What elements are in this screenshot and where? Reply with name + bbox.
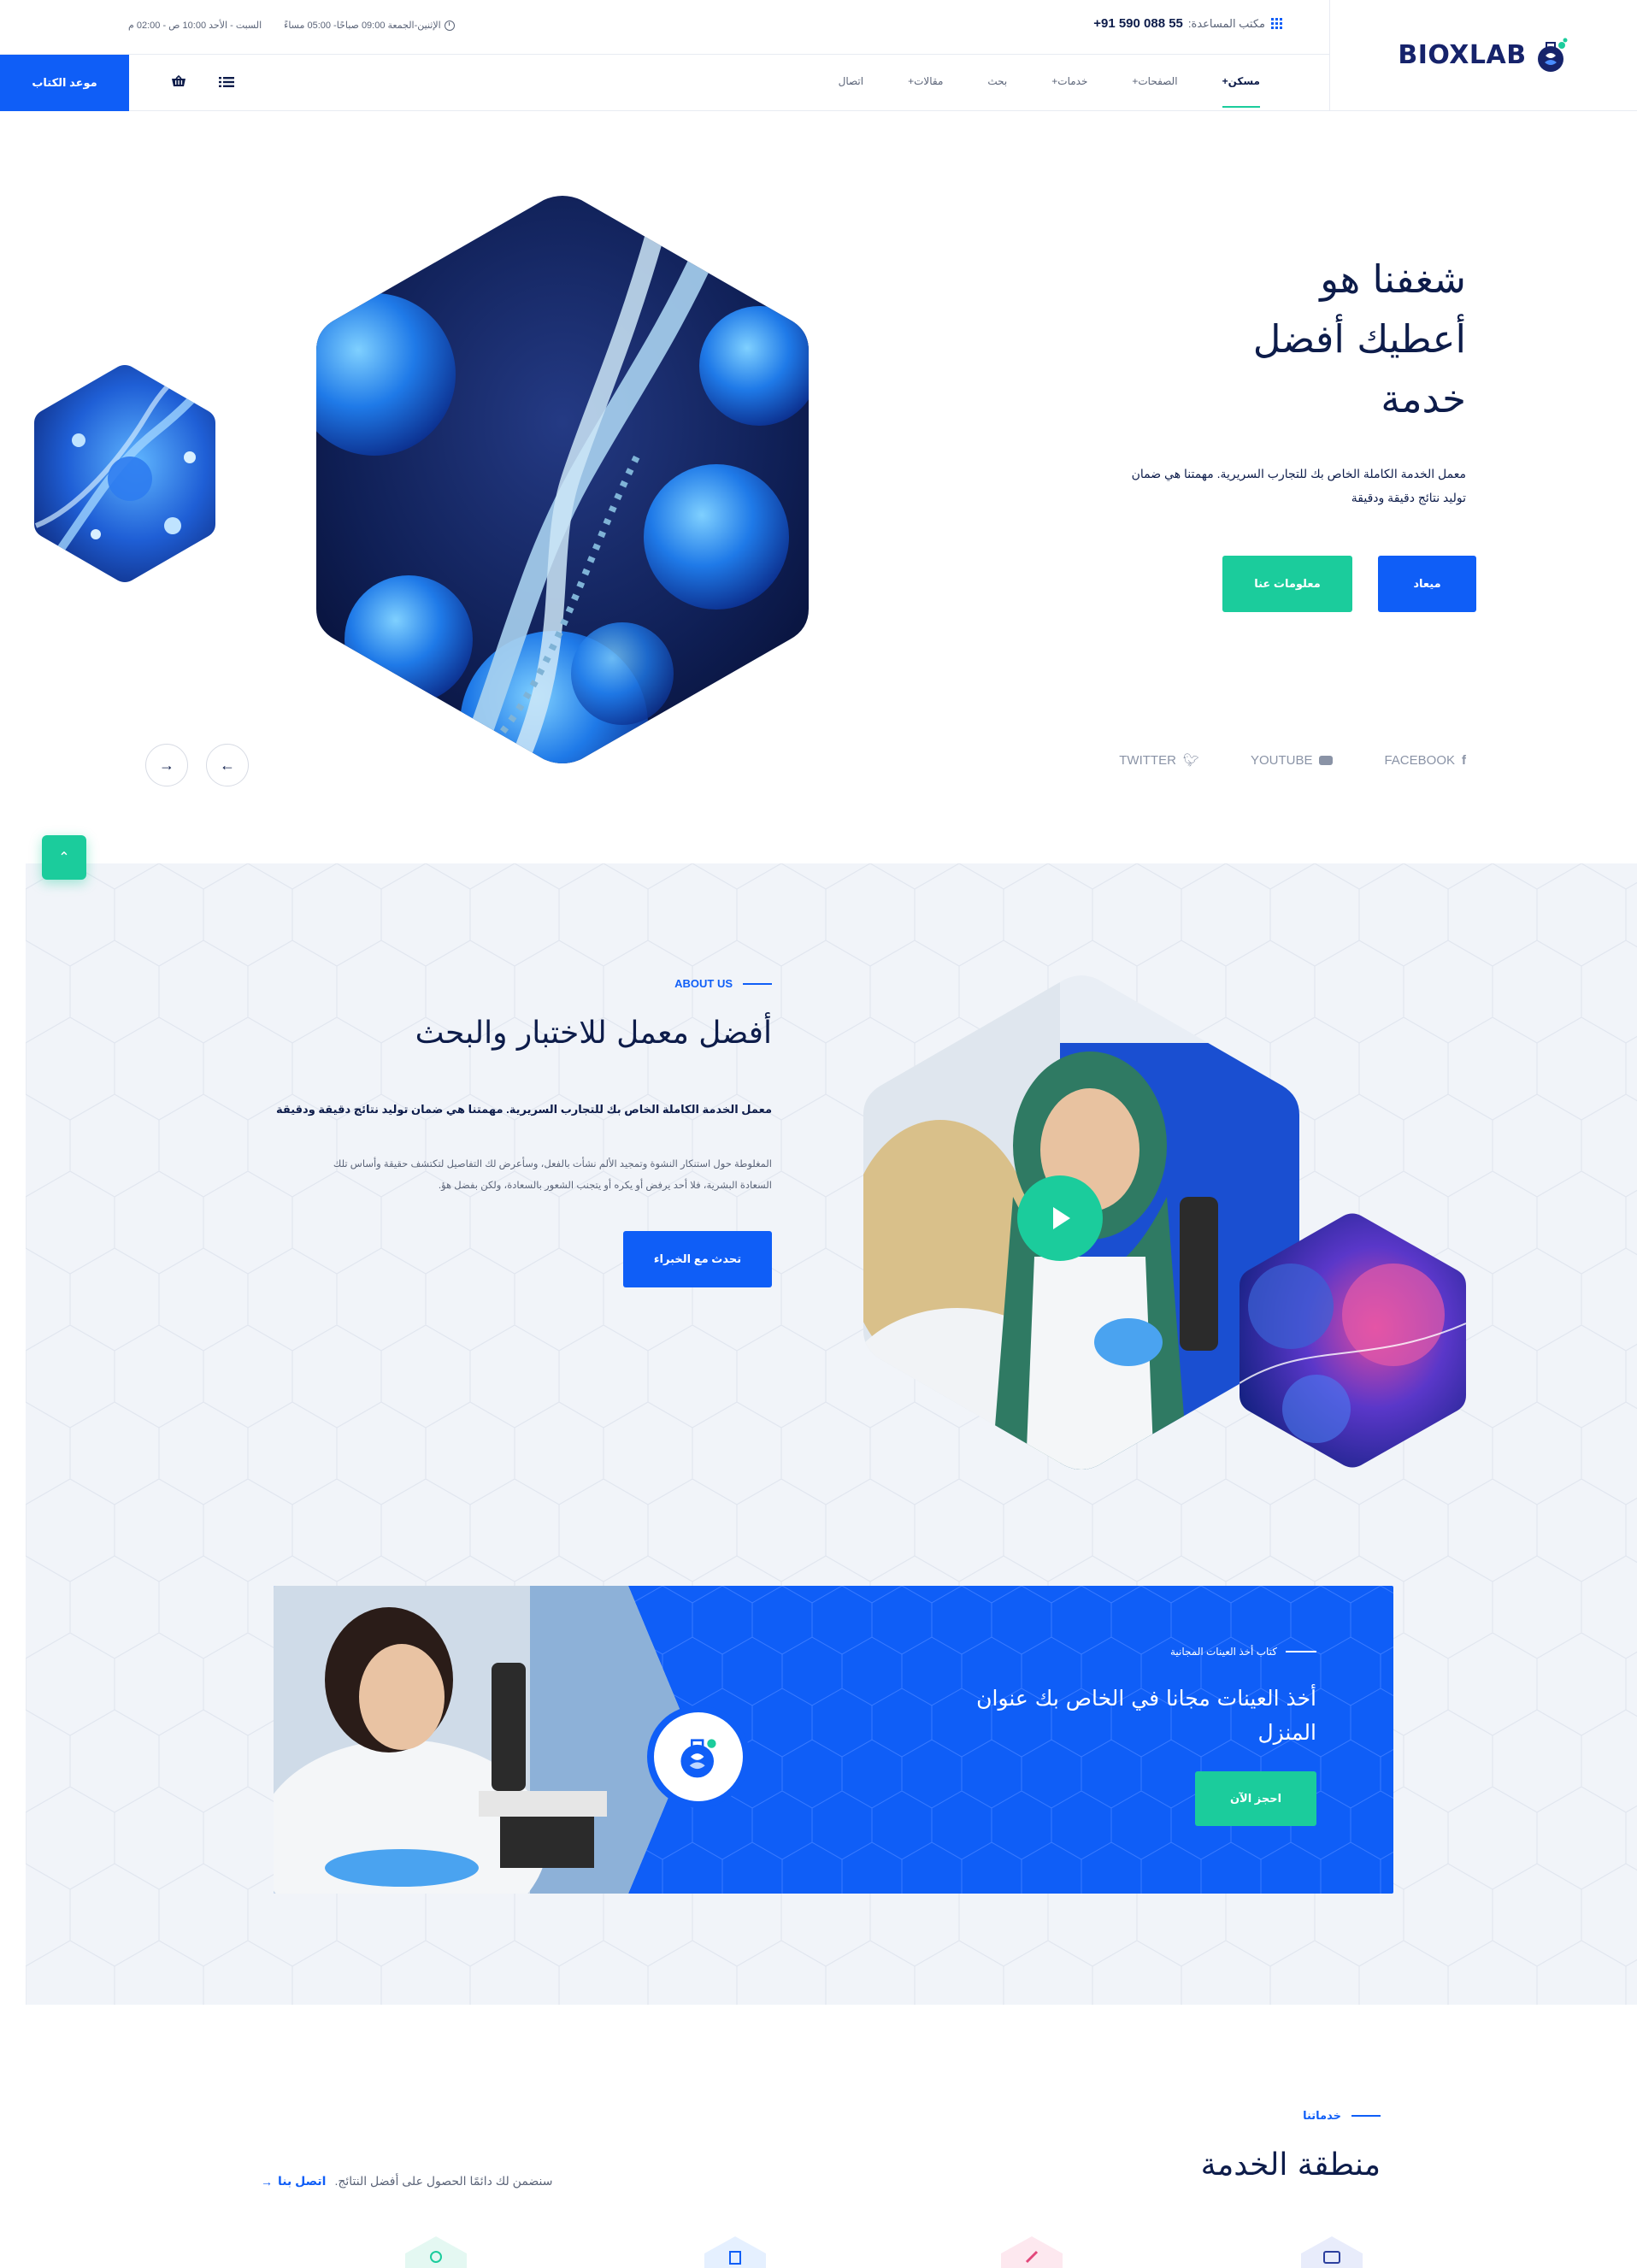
menu-list-icon[interactable] [219, 77, 234, 87]
service-icon-2 [704, 2236, 766, 2268]
arrow-left-icon: ← [220, 756, 235, 774]
appointment-button[interactable]: ميعاد [1378, 556, 1476, 612]
slider-next-button[interactable]: → [145, 744, 188, 786]
social-facebook[interactable]: FACEBOOK f [1384, 752, 1466, 768]
youtube-icon [1319, 755, 1334, 765]
nav-item-home[interactable]: مسكن+ [1200, 75, 1282, 108]
about-kicker: ABOUT US [674, 977, 772, 990]
service-icon-1 [405, 2236, 467, 2268]
service-icon-4 [1301, 2236, 1363, 2268]
hero-dna-image [316, 196, 809, 763]
logo-text: BIOXLAB [1398, 40, 1527, 70]
about-us-button[interactable]: معلومات عنا [1222, 556, 1352, 612]
promo-banner: كتاب أخذ العينات المجانية أخذ العينات مج… [274, 1586, 1393, 1894]
service-icon-3 [1001, 2236, 1063, 2268]
services-tagline: سنضمن لك دائمًا الحصول على أفضل النتائج.… [261, 2174, 553, 2188]
top-bar: مكتب المساعدة: +91 590 088 55 الإثنين-ال… [0, 0, 1329, 55]
nav-item-contact[interactable]: اتصال [816, 75, 886, 87]
nav-item-pages[interactable]: الصفحات+ [1110, 75, 1199, 87]
slider-prev-button[interactable]: ← [206, 744, 249, 786]
arrow-right-icon: → [261, 2174, 273, 2188]
social-links: FACEBOOK f YOUTUBE TWITTER 🐦︎ [1119, 752, 1466, 769]
nav-item-articles[interactable]: مقالات+ [886, 75, 965, 87]
twitter-icon: 🐦︎ [1182, 753, 1199, 768]
grid-dots-icon [1270, 17, 1282, 30]
chevron-up-icon: ⌃ [58, 851, 70, 865]
hours-weekday: الإثنين-الجمعة 09:00 صباحًا- 05:00 مساءً [284, 20, 455, 32]
hero-title: شغفنا هو أعطيك أفضل خدمة [1252, 256, 1466, 421]
hero-small-dna-image [34, 365, 215, 582]
hours-weekend: السبت - الأحد 10:00 ص - 02:00 م [128, 21, 262, 31]
help-desk: مكتب المساعدة: +91 590 088 55 [1093, 16, 1282, 31]
nav-menu: مسكن+ الصفحات+ خدمات+ بحث مقالات+ اتصال [816, 75, 1282, 108]
nav-item-services[interactable]: خدمات+ [1029, 75, 1110, 87]
contact-us-link[interactable]: اتصل بنا → [261, 2174, 326, 2188]
social-twitter[interactable]: TWITTER 🐦︎ [1119, 752, 1199, 769]
arrow-right-icon: → [159, 756, 174, 774]
flask-badge-icon [680, 1739, 716, 1778]
promo-title: أخذ العينات مجانا في الخاص بك عنوان المن… [976, 1686, 1316, 1745]
about-cell-image [1240, 1213, 1466, 1468]
promo-kicker: كتاب أخذ العينات المجانية [1170, 1646, 1316, 1658]
hero-subtitle: معمل الخدمة الكاملة الخاص بك للتجارب الس… [1131, 467, 1466, 504]
about-body: المغلوطة حول استنكار النشوة وتمجيد الألم… [333, 1159, 772, 1191]
help-desk-label: مكتب المساعدة: [1187, 16, 1265, 30]
book-appointment-button[interactable]: موعد الكتاب [0, 55, 129, 111]
opening-hours: الإثنين-الجمعة 09:00 صباحًا- 05:00 مساءً… [128, 20, 455, 32]
services-title: منطقة الخدمة [1200, 2147, 1381, 2183]
nav-item-research[interactable]: بحث [965, 75, 1029, 87]
logo[interactable]: BIOXLAB [1329, 0, 1637, 111]
social-youtube[interactable]: YOUTUBE [1251, 752, 1334, 768]
about-lab-image [863, 975, 1299, 1470]
scroll-to-top-button[interactable]: ⌃ [42, 835, 86, 880]
cart-icon[interactable] [171, 75, 186, 89]
main-nav: مسكن+ الصفحات+ خدمات+ بحث مقالات+ اتصال [0, 55, 1329, 111]
flask-logo-icon [1537, 38, 1568, 72]
facebook-icon: f [1462, 752, 1466, 768]
promo-badge [647, 1705, 750, 1808]
services-kicker: خدماتنا [1303, 2109, 1381, 2123]
about-lead: معمل الخدمة الكاملة الخاص بك للتجارب الس… [275, 1103, 772, 1116]
clock-icon [444, 21, 455, 32]
about-title: أفضل معمل للاختبار والبحث [415, 1016, 772, 1051]
talk-to-experts-button[interactable]: تحدث مع الخبراء [623, 1231, 772, 1287]
book-now-button[interactable]: احجز الآن [1195, 1771, 1316, 1826]
help-desk-number[interactable]: +91 590 088 55 [1093, 16, 1183, 31]
